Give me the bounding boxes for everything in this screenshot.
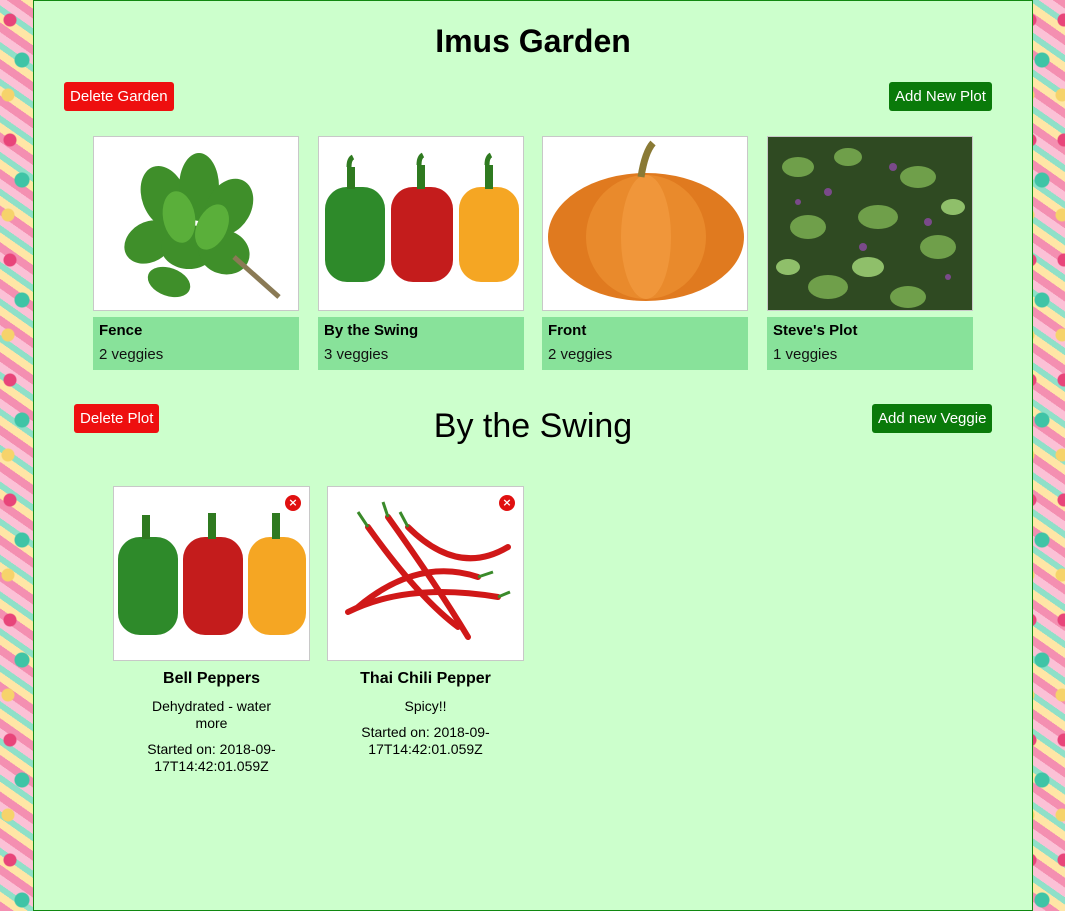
- plot-card-fence[interactable]: Fence 2 veggies: [93, 136, 299, 370]
- remove-veggie-icon[interactable]: ×: [499, 495, 515, 511]
- plot-info: By the Swing 3 veggies: [318, 317, 524, 370]
- plot-veggie-count: 2 veggies: [548, 346, 613, 363]
- remove-veggie-icon[interactable]: ×: [285, 495, 301, 511]
- plot-image-basil: [93, 136, 299, 311]
- plot-image-basil-plant: [767, 136, 973, 311]
- plot-name: Front: [548, 322, 587, 339]
- veggie-card-bell-peppers: × Bell Peppers Dehydrated - water more S…: [113, 486, 310, 775]
- plot-name: Steve's Plot: [773, 322, 858, 339]
- veggie-name: Thai Chili Pepper: [360, 670, 491, 687]
- veggie-name: Bell Peppers: [163, 670, 260, 687]
- garden-page: Imus Garden Delete Garden Add New Plot F…: [33, 0, 1033, 911]
- veggie-start-date: Started on: 2018-09-17T14:42:01.059Z: [361, 724, 490, 757]
- plot-card-steves-plot[interactable]: Steve's Plot 1 veggies: [767, 136, 973, 370]
- plot-veggie-count: 1 veggies: [773, 346, 838, 363]
- plot-card-front[interactable]: Front 2 veggies: [542, 136, 748, 370]
- plot-info: Fence 2 veggies: [93, 317, 299, 370]
- veggie-note: Spicy!!: [404, 698, 447, 714]
- veggie-start-date: Started on: 2018-09-17T14:42:01.059Z: [147, 741, 276, 774]
- plot-info: Front 2 veggies: [542, 317, 748, 370]
- plot-veggie-count: 2 veggies: [99, 346, 164, 363]
- plot-info: Steve's Plot 1 veggies: [767, 317, 973, 370]
- add-new-veggie-button[interactable]: Add new Veggie: [872, 404, 993, 433]
- plot-name: By the Swing: [324, 322, 419, 339]
- plot-veggie-count: 3 veggies: [324, 346, 389, 363]
- plot-card-by-the-swing[interactable]: By the Swing 3 veggies: [318, 136, 524, 370]
- add-new-plot-button[interactable]: Add New Plot: [889, 82, 992, 111]
- garden-title: Imus Garden: [435, 23, 631, 59]
- plot-name: Fence: [99, 322, 143, 339]
- veggie-image-bell-peppers: ×: [113, 486, 310, 661]
- delete-garden-button[interactable]: Delete Garden: [64, 82, 174, 111]
- veggie-note: Dehydrated - water more: [151, 698, 272, 731]
- plot-image-bell-peppers: [318, 136, 524, 311]
- plot-image-pumpkin: [542, 136, 748, 311]
- veggie-image-chili-peppers: ×: [327, 486, 524, 661]
- veggie-card-thai-chili-pepper: × Thai Chili Pepper Spicy!! Started on: …: [327, 486, 524, 758]
